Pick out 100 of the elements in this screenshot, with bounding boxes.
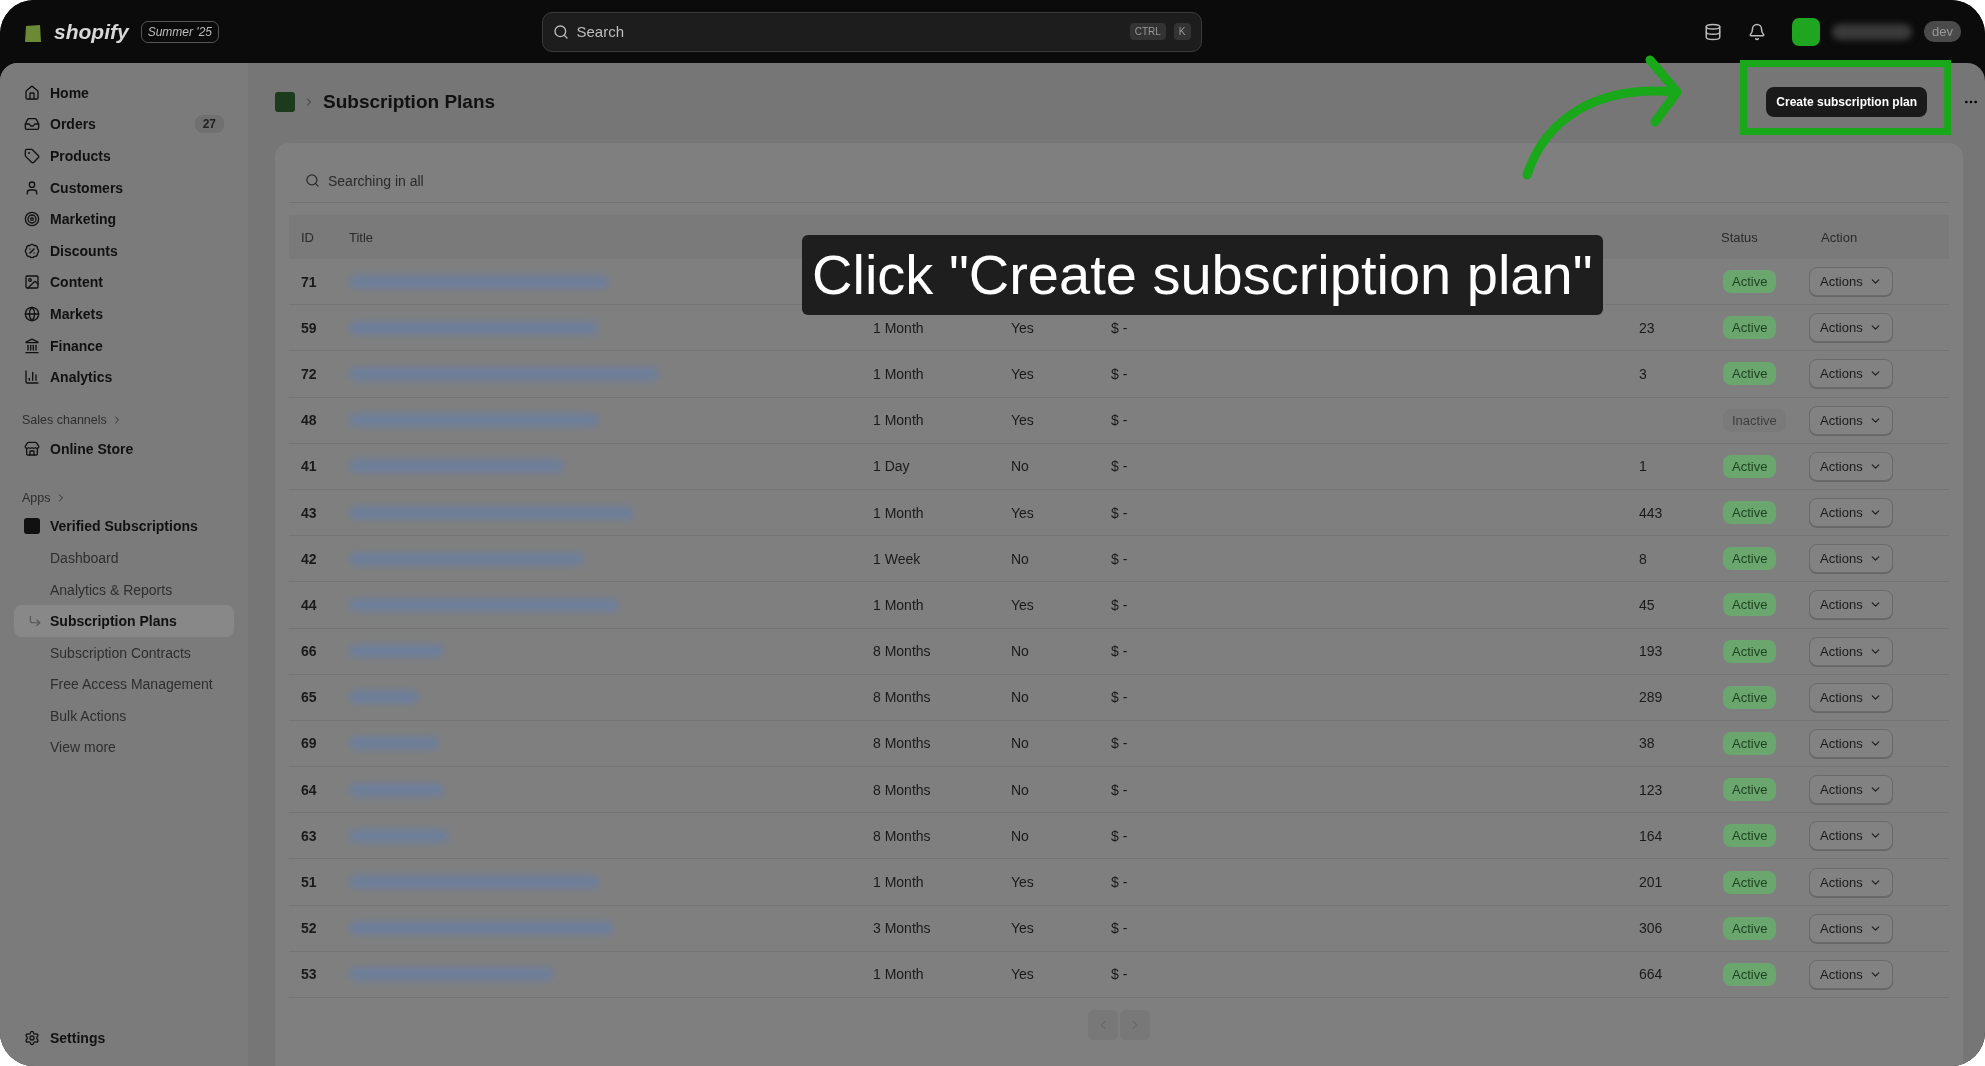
actions-button[interactable]: Actions xyxy=(1809,775,1893,805)
sidebar-item[interactable]: Marketing xyxy=(14,203,234,235)
customers-cell-text: 123 xyxy=(1638,781,1664,798)
frequency-cell-text: 1 Month xyxy=(872,966,925,983)
price-cell-text: $ - xyxy=(1110,781,1129,798)
notification-icon[interactable] xyxy=(1748,22,1766,41)
sidebar-subitem[interactable]: Subscription Contracts xyxy=(14,636,234,669)
sidebar-item[interactable]: Settings xyxy=(14,1022,234,1054)
sidebar-item[interactable]: Discounts xyxy=(14,234,234,267)
customers-cell-text: 3 xyxy=(1638,365,1648,382)
avatar[interactable] xyxy=(1792,17,1820,46)
recurrent-cell-text: Yes xyxy=(1010,504,1035,521)
recurrent-cell-text: No xyxy=(1010,550,1030,567)
sidebar-item[interactable]: Content xyxy=(14,266,234,299)
create-plan-button[interactable]: Create subscription plan xyxy=(1766,87,1927,117)
sidebar-subitem[interactable]: View more xyxy=(14,731,234,764)
sidebar-subitem[interactable]: Bulk Actions xyxy=(14,700,234,732)
blurred-title xyxy=(349,690,419,705)
nav-icon xyxy=(24,116,40,133)
sidebar-subitem[interactable]: Dashboard xyxy=(14,542,234,574)
actions-button[interactable]: Actions xyxy=(1809,451,1893,481)
recurrent-cell-text: Yes xyxy=(1010,596,1035,613)
sidebar-item[interactable]: Analytics xyxy=(14,361,234,393)
actions-button[interactable]: Actions xyxy=(1809,405,1893,435)
shortcut-key: CTRL xyxy=(1129,23,1166,40)
status-badge: Inactive xyxy=(1723,408,1786,432)
recurrent-cell-text: No xyxy=(1010,827,1030,844)
id-cell-text: 51 xyxy=(300,874,318,891)
actions-button[interactable]: Actions xyxy=(1809,267,1893,297)
frequency-cell-text: 1 Month xyxy=(872,596,925,613)
actions-button[interactable]: Actions xyxy=(1809,498,1893,528)
id-cell-text: 71 xyxy=(300,273,318,290)
sidebar-item[interactable]: Finance xyxy=(14,329,234,362)
page-title: Subscription Plans xyxy=(323,91,496,113)
app-icon xyxy=(275,92,295,112)
tree-connector-icon xyxy=(28,614,42,629)
id-cell-text: 42 xyxy=(300,550,318,567)
sidebar-item[interactable]: Online Store xyxy=(14,432,234,465)
column-header: ID xyxy=(300,229,315,245)
id-cell-text: 59 xyxy=(300,319,318,336)
recurrent-cell-text: Yes xyxy=(1010,920,1035,937)
status-badge: Active xyxy=(1723,454,1777,478)
nav-icon xyxy=(24,84,40,101)
recurrent-cell-text: No xyxy=(1010,781,1030,798)
id-cell-text: 69 xyxy=(300,735,318,752)
store-tag: dev xyxy=(1924,21,1961,42)
actions-button[interactable]: Actions xyxy=(1809,728,1893,758)
sidebar-subitem[interactable]: Analytics & Reports xyxy=(14,573,234,606)
status-badge: Active xyxy=(1723,824,1777,848)
status-badge: Active xyxy=(1723,270,1777,294)
actions-button[interactable]: Actions xyxy=(1809,359,1893,389)
sidebar-item[interactable]: Products xyxy=(14,140,234,172)
sidebar-subitem[interactable]: Free Access Management xyxy=(14,668,234,701)
database-icon[interactable] xyxy=(1704,22,1722,41)
status-badge: Active xyxy=(1723,870,1777,894)
sidebar-item[interactable]: Orders 27 xyxy=(14,108,234,141)
status-badge: Active xyxy=(1723,501,1777,525)
status-badge: Active xyxy=(1723,593,1777,617)
customers-cell-text: 164 xyxy=(1638,827,1664,844)
customers-cell-text: 8 xyxy=(1638,550,1648,567)
actions-button[interactable]: Actions xyxy=(1809,913,1893,943)
actions-button[interactable]: Actions xyxy=(1809,682,1893,712)
price-cell-text: $ - xyxy=(1110,596,1129,613)
actions-button[interactable]: Actions xyxy=(1809,590,1893,620)
status-badge: Active xyxy=(1723,778,1777,802)
app-icon xyxy=(24,518,40,535)
count-badge: 27 xyxy=(194,115,224,134)
status-badge: Active xyxy=(1723,547,1777,571)
sidebar-item[interactable]: Verified Subscriptions xyxy=(14,510,234,543)
recurrent-cell-text: No xyxy=(1010,735,1030,752)
table-search-field[interactable]: Searching in all xyxy=(289,159,1949,203)
store-icon xyxy=(24,440,40,457)
sidebar-item[interactable]: Home xyxy=(14,77,234,109)
column-header: Status xyxy=(1720,229,1759,245)
search-field[interactable]: Search CTRL K xyxy=(541,11,1202,52)
section-heading[interactable]: Apps xyxy=(14,484,234,511)
price-cell-text: $ - xyxy=(1110,643,1129,660)
price-cell-text: $ - xyxy=(1110,874,1129,891)
actions-button[interactable]: Actions xyxy=(1809,959,1893,989)
nav-icon xyxy=(24,305,40,322)
price-cell-text: $ - xyxy=(1110,319,1129,336)
actions-button[interactable]: Actions xyxy=(1809,821,1893,851)
frequency-cell-text: 1 Month xyxy=(872,874,925,891)
status-badge: Active xyxy=(1723,916,1777,940)
section-heading[interactable]: Sales channels xyxy=(14,406,234,433)
nav-icon xyxy=(24,211,40,228)
column-header: Action xyxy=(1820,229,1859,245)
price-cell-text: $ - xyxy=(1110,504,1129,521)
id-cell-text: 48 xyxy=(300,412,318,429)
actions-button[interactable]: Actions xyxy=(1809,636,1893,666)
price-cell-text: $ - xyxy=(1110,412,1129,429)
price-cell-text: $ - xyxy=(1110,458,1129,475)
frequency-cell-text: 8 Months xyxy=(872,735,932,752)
id-cell-text: 72 xyxy=(300,365,318,382)
sidebar-subitem[interactable]: Subscription Plans xyxy=(14,605,234,637)
actions-button[interactable]: Actions xyxy=(1809,867,1893,897)
sidebar-item[interactable]: Customers xyxy=(14,171,234,204)
sidebar-item[interactable]: Markets xyxy=(14,298,234,330)
actions-button[interactable]: Actions xyxy=(1809,544,1893,574)
actions-button[interactable]: Actions xyxy=(1809,313,1893,343)
